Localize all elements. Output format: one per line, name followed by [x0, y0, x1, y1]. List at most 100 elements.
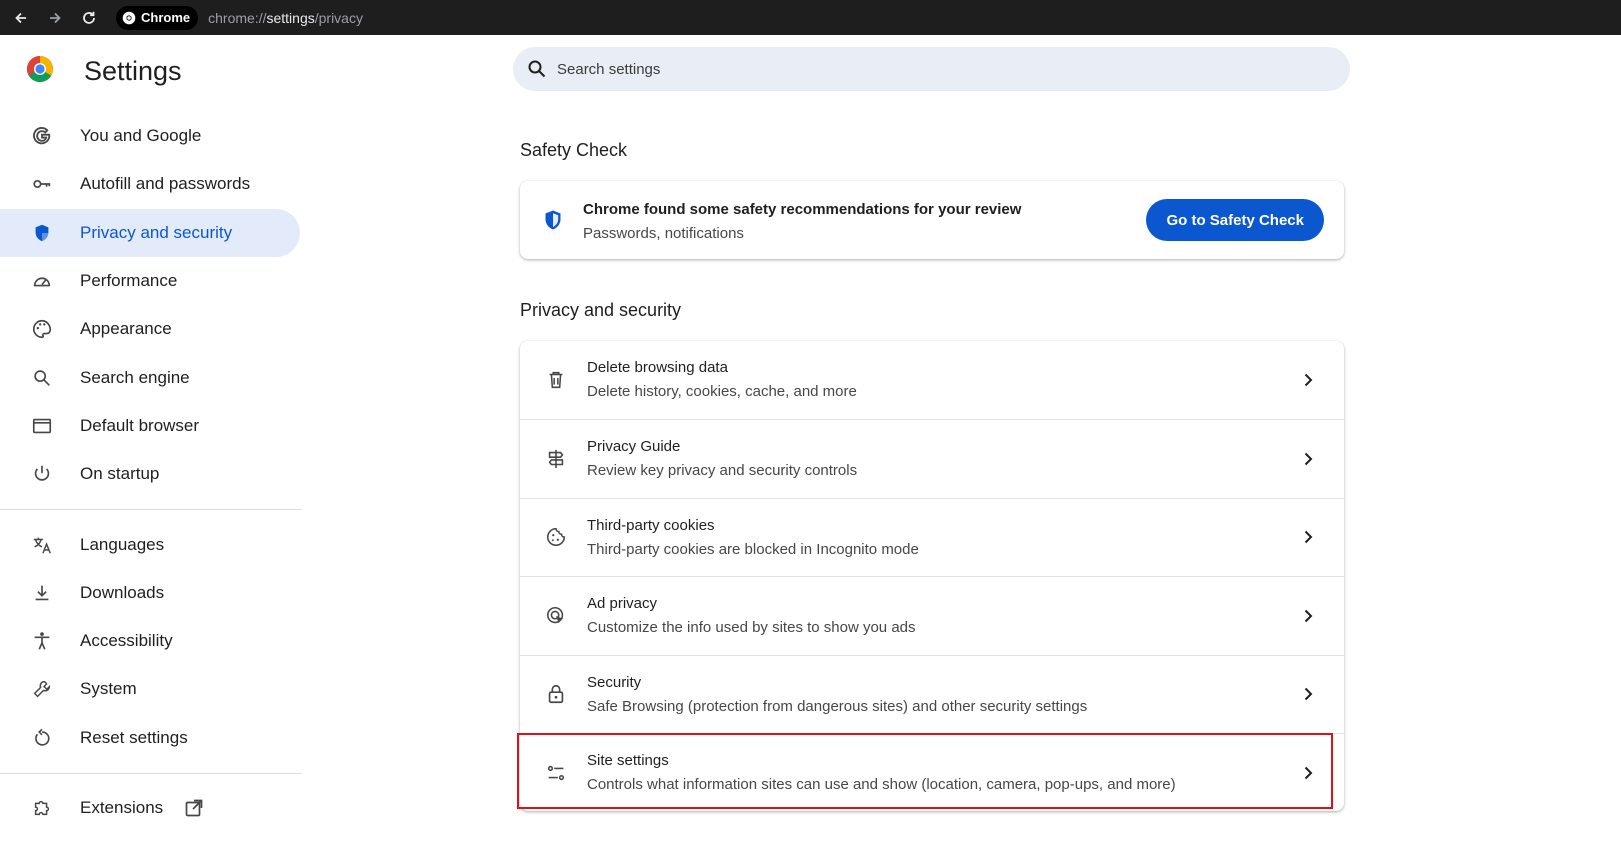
sidebar-item-search-engine[interactable]: Search engine: [0, 353, 310, 401]
sidebar-item-label: Performance: [80, 271, 178, 291]
site-chip-label: Chrome: [141, 10, 191, 25]
sidebar-item-default-browser[interactable]: Default browser: [0, 402, 310, 450]
sidebar-divider: [0, 772, 302, 774]
sidebar-item-label: System: [80, 679, 137, 699]
sidebar-item-label: Appearance: [80, 319, 172, 339]
row-ad-privacy[interactable]: Ad privacy Customize the info used by si…: [520, 576, 1344, 654]
sidebar-divider: [0, 509, 302, 511]
sidebar-item-appearance[interactable]: Appearance: [0, 305, 310, 353]
sidebar-item-label: Downloads: [80, 582, 165, 602]
shield-check-icon: [545, 210, 561, 230]
row-subtitle: Safe Browsing (protection from dangerous…: [587, 697, 1088, 715]
chevron-right-icon: [1304, 688, 1313, 701]
sidebar-item-languages[interactable]: Languages: [0, 520, 310, 568]
sidebar-item-system[interactable]: System: [0, 665, 310, 713]
sidebar-item-label: On startup: [80, 464, 160, 484]
wrench-icon: [30, 677, 54, 701]
chevron-right-icon: [1304, 373, 1313, 387]
reset-icon: [30, 726, 54, 750]
arrow-right-icon: [50, 12, 61, 23]
search-icon: [528, 60, 546, 78]
arrow-left-icon: [15, 12, 26, 23]
sidebar-item-label: Search engine: [80, 367, 190, 387]
privacy-settings-list: Delete browsing data Delete history, coo…: [520, 341, 1344, 811]
sidebar-nav: You and Google Autofill and passwords Pr…: [0, 112, 310, 832]
reload-icon: [83, 11, 95, 24]
ad-privacy-icon: [544, 604, 568, 628]
browser-window-icon: [30, 414, 54, 438]
search-input[interactable]: [557, 60, 1257, 78]
safety-check-subtitle: Passwords, notifications: [583, 225, 744, 242]
signpost-icon: [544, 447, 568, 471]
sidebar-item-label: You and Google: [80, 126, 202, 146]
safety-check-card: Chrome found some safety recommendations…: [520, 181, 1344, 259]
forward-button[interactable]: [38, 6, 72, 30]
url-host: settings: [266, 9, 315, 26]
row-subtitle: Controls what information sites can use …: [587, 775, 1176, 793]
page-title: Settings: [84, 56, 182, 86]
cookie-icon: [544, 525, 568, 549]
settings-brand: Settings: [26, 55, 182, 86]
sidebar-item-accessibility[interactable]: Accessibility: [0, 617, 310, 665]
lock-icon: [544, 682, 568, 706]
speedometer-icon: [30, 269, 54, 293]
power-icon: [30, 462, 54, 486]
row-title: Delete browsing data: [587, 359, 728, 376]
sidebar-item-privacy-and-security[interactable]: Privacy and security: [0, 208, 300, 257]
translate-icon: [30, 533, 54, 557]
row-title: Ad privacy: [587, 595, 658, 613]
search-icon: [30, 366, 54, 390]
url-path: /privacy: [314, 9, 363, 26]
sidebar-item-label: Reset settings: [80, 727, 188, 747]
row-delete-browsing-data[interactable]: Delete browsing data Delete history, coo…: [520, 341, 1344, 419]
row-subtitle: Third-party cookies are blocked in Incog…: [587, 540, 919, 558]
row-title: Privacy Guide: [587, 438, 681, 456]
open-in-new-icon[interactable]: [184, 798, 204, 818]
reload-button[interactable]: [72, 6, 106, 30]
sidebar-item-label: Accessibility: [80, 631, 173, 651]
sidebar-item-label: Default browser: [80, 415, 200, 435]
row-third-party-cookies[interactable]: Third-party cookies Third-party cookies …: [520, 497, 1344, 576]
privacy-section-heading: Privacy and security: [520, 300, 682, 320]
chevron-right-icon: [1304, 609, 1313, 623]
row-subtitle: Delete history, cookies, cache, and more: [587, 383, 857, 400]
address-bar[interactable]: chrome://settings/privacy: [208, 10, 363, 26]
row-title: Security: [587, 673, 642, 691]
browser-toolbar: Chrome chrome://settings/privacy: [0, 0, 1621, 35]
safety-check-heading: Safety Check: [520, 140, 628, 160]
row-security[interactable]: Security Safe Browsing (protection from …: [520, 654, 1344, 733]
row-title: Site settings: [587, 751, 669, 769]
download-icon: [30, 581, 54, 605]
sidebar-item-label: Autofill and passwords: [80, 174, 251, 194]
row-privacy-guide[interactable]: Privacy Guide Review key privacy and sec…: [520, 419, 1344, 497]
sidebar-item-performance[interactable]: Performance: [0, 257, 310, 305]
sidebar-item-downloads[interactable]: Downloads: [0, 569, 310, 617]
palette-icon: [30, 317, 54, 341]
trash-icon: [544, 368, 568, 392]
sidebar-item-you-and-google[interactable]: You and Google: [0, 112, 310, 160]
shield-icon: [30, 221, 54, 245]
sidebar-item-extensions[interactable]: Extensions: [0, 784, 310, 832]
chevron-right-icon: [1304, 766, 1313, 779]
accessibility-icon: [30, 629, 54, 653]
puzzle-icon: [30, 796, 54, 820]
url-prefix: chrome://: [208, 9, 267, 26]
sidebar-item-label: Privacy and security: [80, 222, 233, 242]
sidebar-item-autofill[interactable]: Autofill and passwords: [0, 160, 310, 208]
chevron-right-icon: [1304, 531, 1313, 544]
site-chip[interactable]: Chrome: [116, 5, 199, 30]
row-subtitle: Review key privacy and security controls: [587, 462, 858, 480]
chevron-right-icon: [1304, 452, 1313, 466]
chrome-logo-icon: [122, 11, 136, 24]
search-bar[interactable]: [513, 47, 1350, 91]
safety-check-title: Chrome found some safety recommendations…: [583, 201, 1022, 218]
sidebar-item-reset-settings[interactable]: Reset settings: [0, 714, 310, 762]
back-button[interactable]: [4, 6, 38, 30]
sliders-icon: [544, 761, 568, 785]
sidebar-item-label: Extensions: [80, 798, 164, 817]
go-to-safety-check-button[interactable]: Go to Safety Check: [1146, 199, 1324, 241]
sidebar-item-on-startup[interactable]: On startup: [0, 450, 310, 498]
settings-sidebar: Settings You and Google Autofill and pas…: [0, 35, 310, 849]
google-g-icon: [30, 124, 54, 148]
row-site-settings[interactable]: Site settings Controls what information …: [520, 732, 1344, 811]
